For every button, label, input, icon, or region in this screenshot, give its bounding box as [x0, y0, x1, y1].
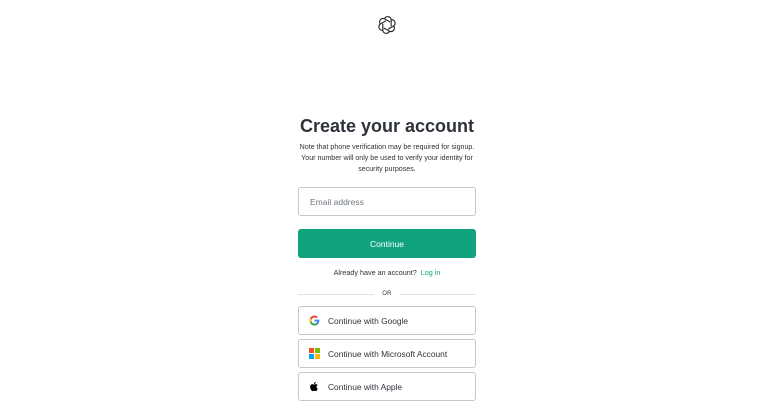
google-login-button[interactable]: Continue with Google	[298, 306, 476, 335]
google-login-label: Continue with Google	[328, 315, 409, 326]
microsoft-login-button[interactable]: Continue with Microsoft Account	[298, 339, 476, 368]
signup-form: Create your account Note that phone veri…	[298, 114, 477, 401]
apple-login-label: Continue with Apple	[328, 381, 403, 392]
email-field[interactable]	[298, 187, 476, 216]
login-link[interactable]: Log in	[421, 268, 441, 277]
divider-text: OR	[382, 291, 392, 297]
apple-icon	[309, 381, 320, 392]
openai-logo-icon	[377, 15, 397, 35]
login-prompt-row: Already have an account? Log in	[298, 268, 476, 278]
microsoft-icon	[309, 348, 320, 359]
continue-button[interactable]: Continue	[298, 229, 476, 258]
or-divider: OR	[298, 291, 477, 297]
divider-line-right	[399, 293, 477, 295]
social-login-list: Continue with Google Continue with Micro…	[298, 306, 476, 401]
google-icon	[309, 315, 320, 326]
divider-line-left	[298, 293, 375, 295]
verification-note: Note that phone verification may be requ…	[299, 143, 475, 173]
page-title: Create your account	[299, 116, 475, 136]
apple-login-button[interactable]: Continue with Apple	[298, 372, 476, 401]
microsoft-login-label: Continue with Microsoft Account	[328, 348, 448, 359]
login-prompt-text: Already have an account?	[333, 268, 417, 277]
